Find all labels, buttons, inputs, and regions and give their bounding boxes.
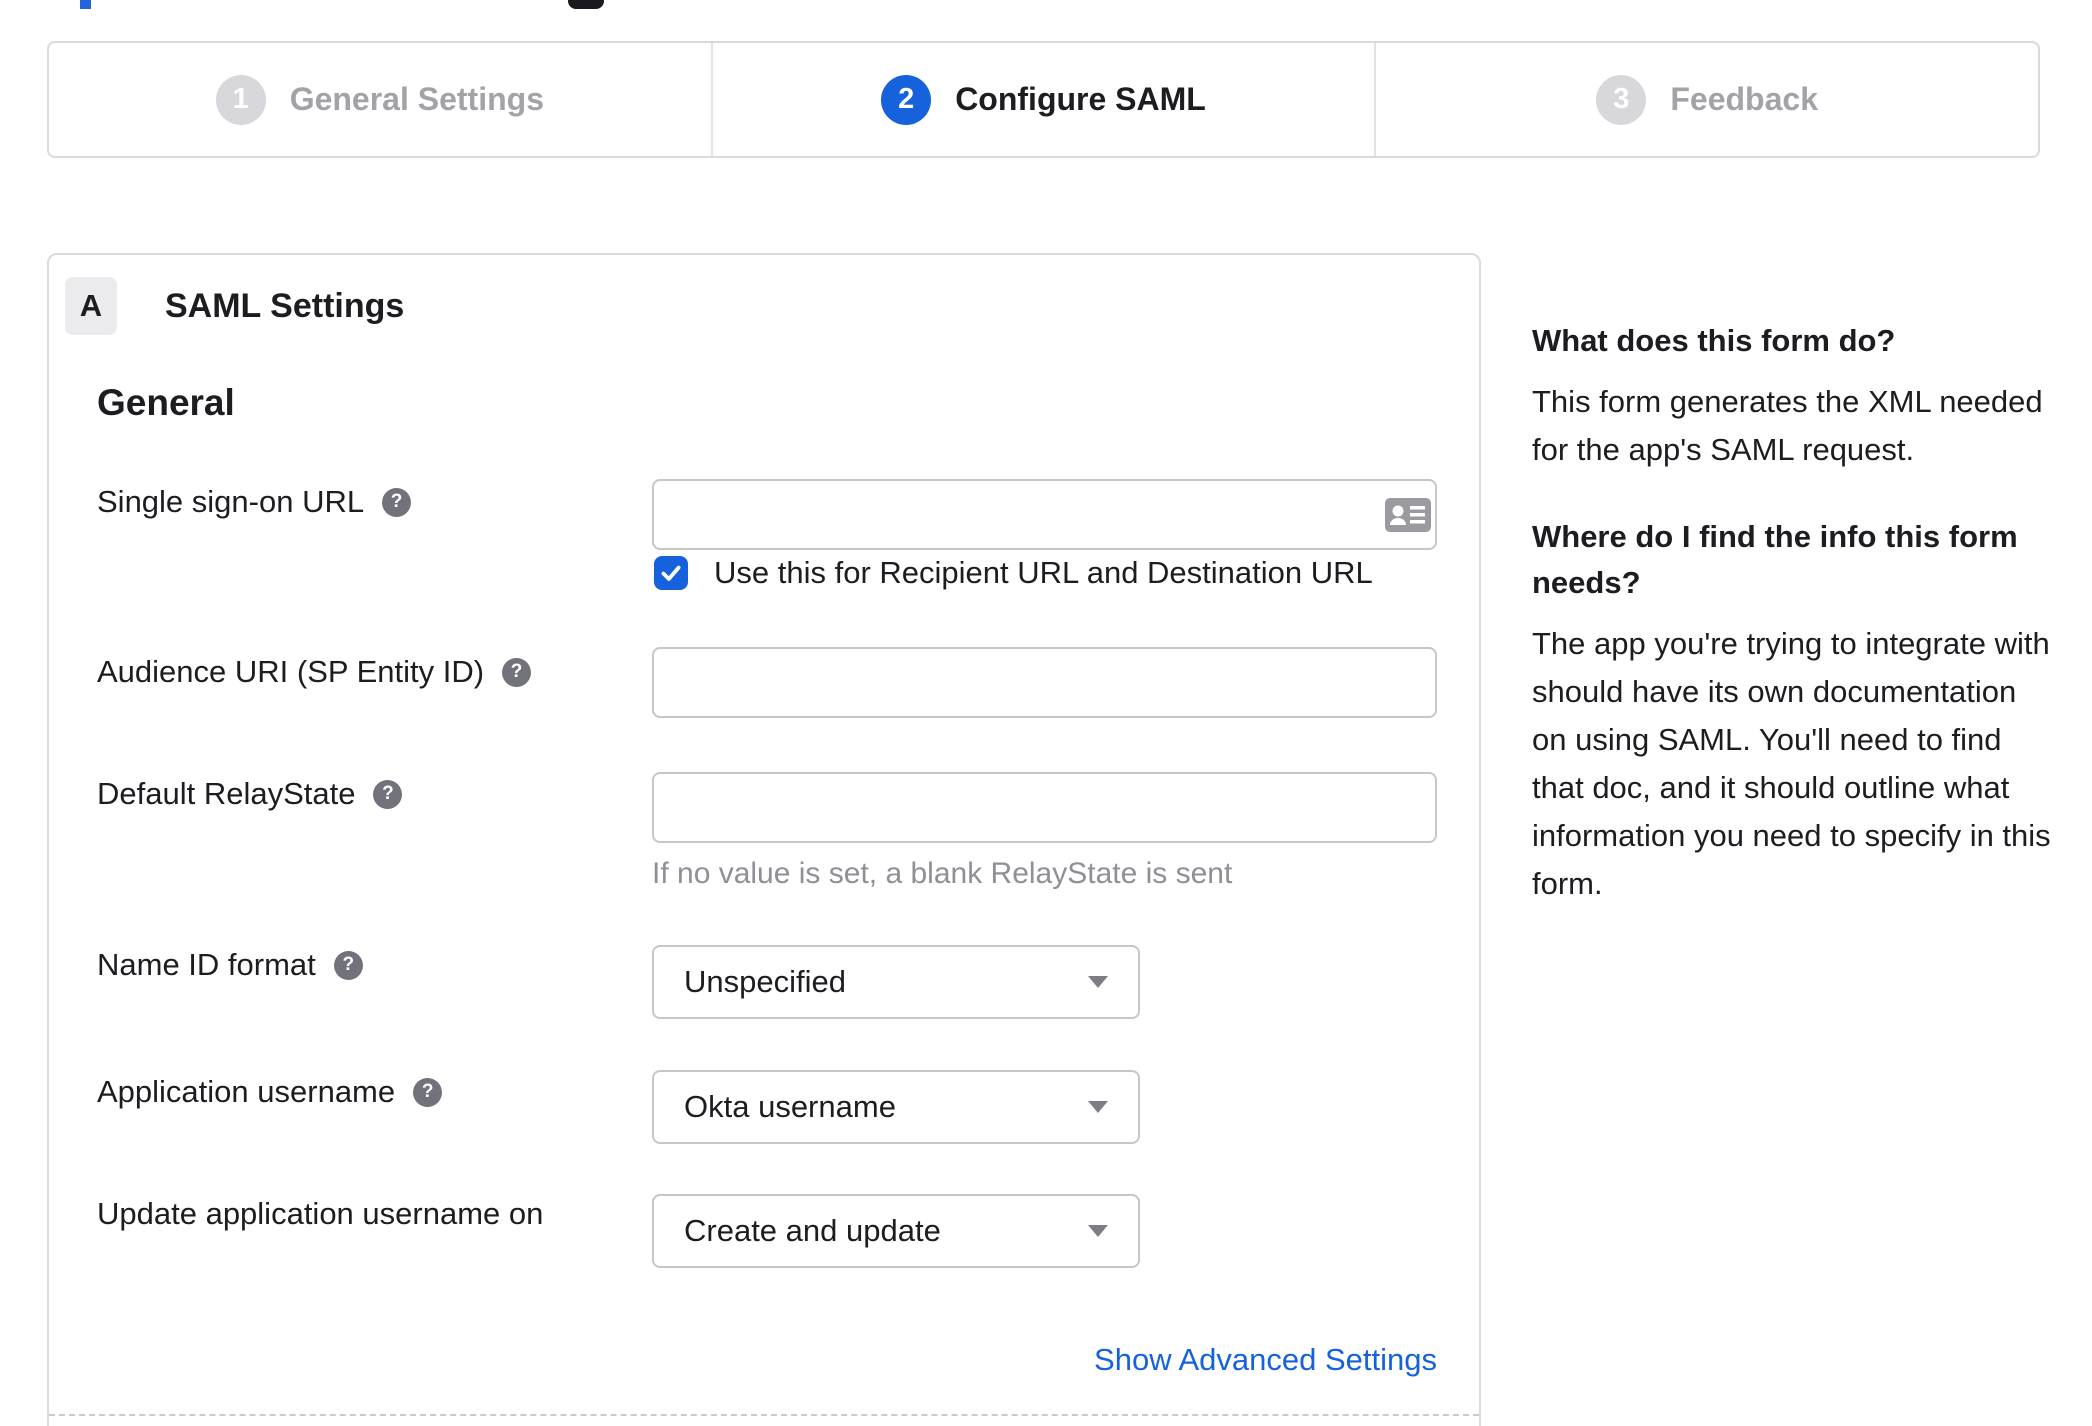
- relaystate-input[interactable]: [652, 772, 1437, 843]
- help-sidebar: What does this form do? This form genera…: [1532, 318, 2056, 948]
- sso-url-label: Single sign-on URL ?: [97, 482, 412, 522]
- chevron-down-icon: [1088, 1101, 1108, 1113]
- step-feedback: 3 Feedback: [1374, 43, 2038, 156]
- chevron-down-icon: [1088, 976, 1108, 988]
- step-2-badge: 2: [881, 74, 932, 125]
- step-2-label: Configure SAML: [955, 81, 1206, 117]
- name-id-format-label: Name ID format ?: [97, 945, 363, 985]
- step-3-label: Feedback: [1670, 81, 1818, 117]
- recipient-url-checkbox-label: Use this for Recipient URL and Destinati…: [714, 555, 1373, 590]
- step-general-settings: 1 General Settings: [49, 43, 711, 156]
- relaystate-label: Default RelayState ?: [97, 774, 403, 814]
- sso-url-label-text: Single sign-on URL: [97, 484, 365, 519]
- name-id-format-value: Unspecified: [684, 964, 846, 999]
- application-username-select[interactable]: Okta username: [652, 1070, 1140, 1144]
- recipient-url-checkbox[interactable]: [654, 556, 688, 590]
- checkmark-icon: [661, 565, 681, 581]
- step-3-badge: 3: [1596, 74, 1647, 125]
- help-question-1: What does this form do?: [1532, 323, 1896, 358]
- step-configure-saml: 2 Configure SAML: [710, 43, 1375, 156]
- clipped-app-logo-mark: [568, 0, 604, 9]
- help-icon[interactable]: ?: [333, 950, 363, 980]
- wizard-stepper: 1 General Settings 2 Configure SAML 3 Fe…: [47, 41, 2040, 158]
- show-advanced-settings-link[interactable]: Show Advanced Settings: [652, 1342, 1437, 1378]
- clipped-blue-tab-mark: [80, 0, 91, 9]
- relaystate-helper-text: If no value is set, a blank RelayState i…: [652, 857, 1233, 890]
- help-question-2: Where do I find the info this form needs…: [1532, 519, 2018, 600]
- application-username-value: Okta username: [684, 1089, 896, 1124]
- help-icon[interactable]: ?: [413, 1077, 443, 1107]
- saml-settings-panel: A SAML Settings General Single sign-on U…: [47, 253, 1481, 1426]
- update-username-value: Create and update: [684, 1213, 941, 1248]
- application-username-label-text: Application username: [97, 1074, 396, 1109]
- name-id-format-select[interactable]: Unspecified: [652, 945, 1140, 1019]
- name-id-format-label-text: Name ID format: [97, 947, 316, 982]
- update-username-label-text: Update application username on: [97, 1196, 544, 1231]
- step-1-badge: 1: [215, 74, 266, 125]
- saml-setup-page: 1 General Settings 2 Configure SAML 3 Fe…: [0, 0, 2092, 1426]
- help-icon[interactable]: ?: [382, 487, 412, 517]
- contact-card-icon[interactable]: [1385, 498, 1431, 537]
- help-icon[interactable]: ?: [373, 779, 403, 809]
- next-section-dashed-divider: [49, 1414, 1479, 1416]
- update-username-label: Update application username on: [97, 1194, 543, 1234]
- recipient-url-checkbox-row: Use this for Recipient URL and Destinati…: [654, 555, 1373, 591]
- application-username-label: Application username ?: [97, 1072, 443, 1112]
- help-answer-2: The app you're trying to integrate with …: [1532, 626, 2051, 901]
- audience-uri-input[interactable]: [652, 647, 1437, 718]
- relaystate-label-text: Default RelayState: [97, 776, 356, 811]
- help-icon[interactable]: ?: [502, 657, 532, 687]
- chevron-down-icon: [1088, 1225, 1108, 1237]
- update-username-select[interactable]: Create and update: [652, 1194, 1140, 1268]
- panel-title: SAML Settings: [165, 286, 405, 325]
- sso-url-input[interactable]: [652, 479, 1437, 550]
- general-section-heading: General: [97, 382, 235, 423]
- audience-uri-label: Audience URI (SP Entity ID) ?: [97, 652, 532, 692]
- section-a-badge: A: [65, 277, 117, 335]
- step-1-label: General Settings: [289, 81, 544, 117]
- help-answer-1: This form generates the XML needed for t…: [1532, 384, 2043, 467]
- audience-uri-label-text: Audience URI (SP Entity ID): [97, 654, 485, 689]
